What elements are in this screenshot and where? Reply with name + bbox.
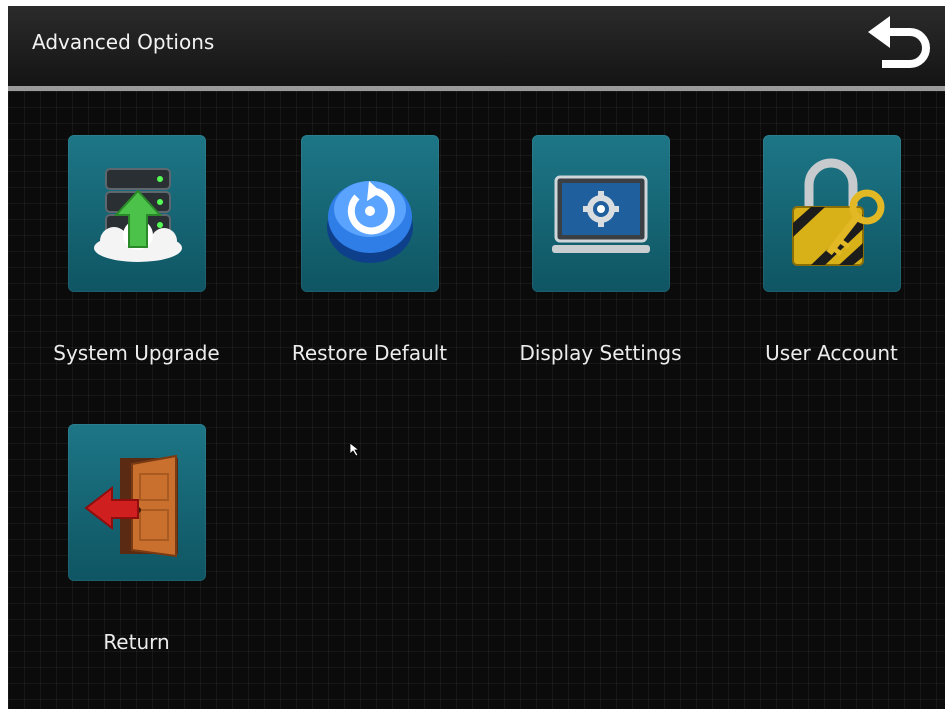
tile-system-upgrade	[68, 135, 206, 292]
page-title: Advanced Options	[32, 30, 215, 54]
tile-restore-default	[301, 135, 439, 292]
menu-grid: System Upgrade Restore Default Display S…	[8, 91, 945, 709]
screen: Advanced Options System Upgrade Restore …	[8, 6, 945, 709]
menu-item-label: Return	[103, 630, 170, 654]
menu-item-label: Display Settings	[519, 341, 682, 365]
return-arrow-icon	[868, 16, 930, 68]
menu-item-display-settings[interactable]: Display Settings	[508, 135, 693, 365]
mouse-cursor-icon	[350, 443, 361, 457]
title-bar: Advanced Options	[8, 6, 945, 86]
menu-item-user-account[interactable]: User Account	[739, 135, 924, 365]
exit-door-icon	[84, 454, 178, 558]
tile-user-account	[763, 135, 901, 292]
menu-item-system-upgrade[interactable]: System Upgrade	[44, 135, 229, 365]
menu-item-label: Restore Default	[291, 341, 448, 365]
menu-item-label: System Upgrade	[53, 341, 220, 365]
menu-item-label: User Account	[765, 341, 898, 365]
menu-item-restore-default[interactable]: Restore Default	[277, 135, 462, 365]
server-upgrade-icon	[94, 168, 182, 262]
tile-return	[68, 424, 206, 581]
restore-button-icon	[327, 181, 413, 263]
monitor-settings-icon	[552, 175, 650, 253]
menu-item-return[interactable]: Return	[44, 424, 229, 654]
back-button[interactable]	[860, 10, 936, 74]
tile-display-settings	[532, 135, 670, 292]
padlock-key-icon	[792, 158, 885, 266]
